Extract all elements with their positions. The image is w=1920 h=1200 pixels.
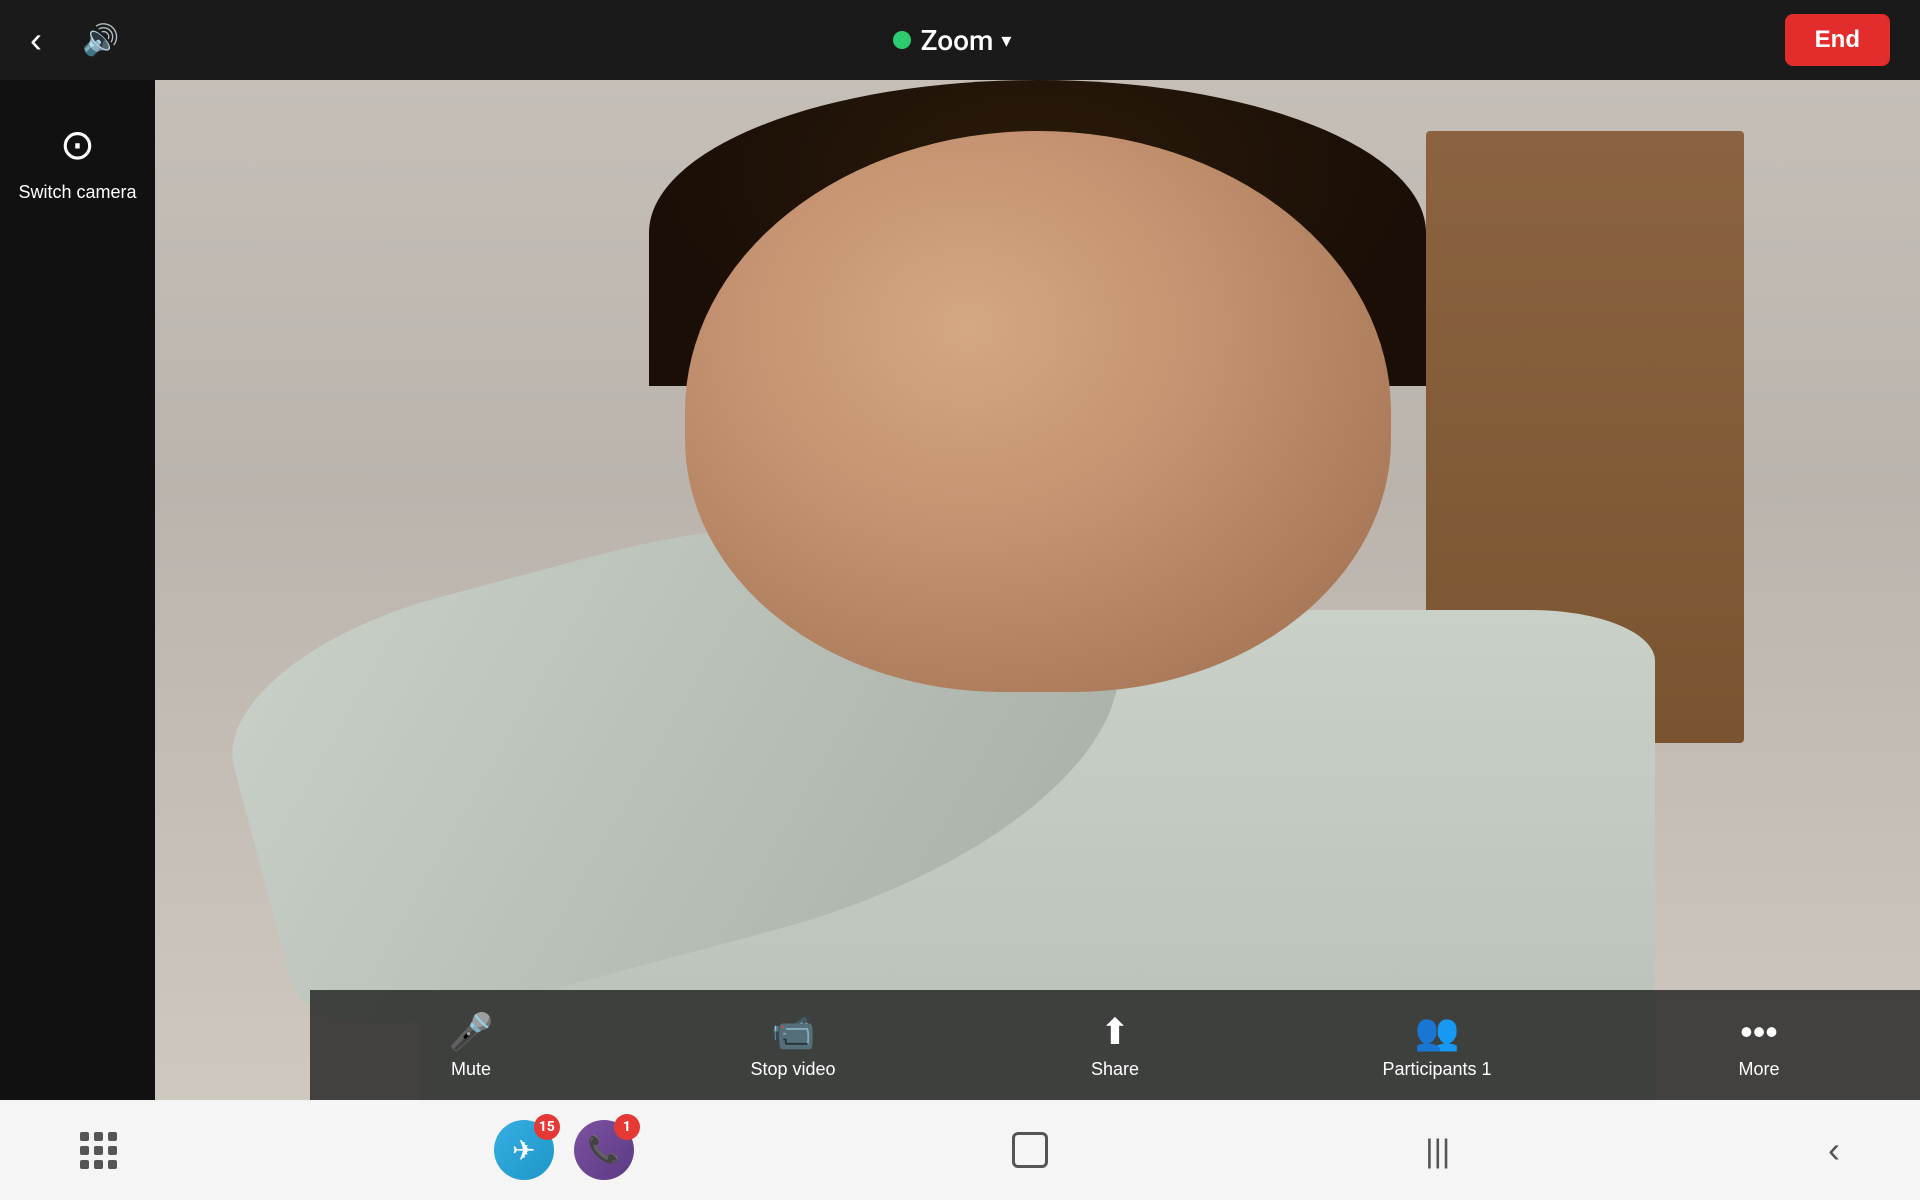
share-icon: ⬆ — [1100, 1011, 1130, 1053]
top-bar-center: Zoom ▾ — [893, 24, 1012, 57]
viber-app[interactable]: 📞 1 — [574, 1120, 634, 1180]
participants-icon: 👥 — [1415, 1011, 1460, 1053]
video-controls-overlay: 🎤 Mute 📹 Stop video ⬆ Share 👥 Participan… — [310, 990, 1920, 1100]
more-label: More — [1738, 1059, 1779, 1080]
mute-icon: 🎤 — [449, 1011, 494, 1053]
person-face — [685, 131, 1391, 692]
stop-video-button[interactable]: 📹 Stop video — [733, 1011, 853, 1080]
participants-label: Participants 1 — [1382, 1059, 1491, 1080]
stop-video-label: Stop video — [750, 1059, 835, 1080]
back-nav-icon: ‹ — [1828, 1129, 1840, 1170]
participants-button[interactable]: 👥 Participants 1 — [1377, 1011, 1497, 1080]
telegram-app[interactable]: ✈ 15 — [494, 1120, 554, 1180]
camera-icon: ⊙ — [60, 120, 95, 169]
stop-video-icon: 📹 — [771, 1011, 816, 1053]
secure-indicator — [893, 31, 911, 49]
share-button[interactable]: ⬆ Share — [1055, 1011, 1175, 1080]
home-square-icon — [1012, 1132, 1048, 1168]
back-button[interactable]: ‹ — [30, 22, 42, 58]
video-canvas — [155, 80, 1920, 1100]
mute-label: Mute — [451, 1059, 491, 1080]
more-button[interactable]: ••• More — [1699, 1011, 1819, 1080]
viber-badge: 1 — [614, 1114, 640, 1140]
video-area: 🎤 Mute 📹 Stop video ⬆ Share 👥 Participan… — [155, 80, 1920, 1100]
speaker-icon: 🔊 — [82, 23, 119, 58]
end-button[interactable]: End — [1785, 14, 1890, 66]
apps-nav-button[interactable] — [80, 1132, 116, 1168]
top-bar: ‹ 🔊 Zoom ▾ End — [0, 0, 1920, 80]
recents-nav-button[interactable]: ||| — [1425, 1129, 1450, 1171]
zoom-text: Zoom — [921, 24, 994, 57]
back-nav-button[interactable]: ‹ — [1828, 1129, 1840, 1171]
apps-grid-icon — [80, 1132, 116, 1168]
notification-apps: ✈ 15 📞 1 — [494, 1120, 634, 1180]
recents-icon: ||| — [1425, 1133, 1450, 1169]
android-nav-bar: ✈ 15 📞 1 ||| ‹ — [0, 1100, 1920, 1200]
telegram-badge: 15 — [534, 1114, 560, 1140]
switch-camera-label: Switch camera — [18, 181, 136, 204]
zoom-label: Zoom ▾ — [921, 24, 1012, 57]
switch-camera-button[interactable]: ⊙ Switch camera — [18, 120, 136, 204]
share-label: Share — [1091, 1059, 1139, 1080]
home-nav-button[interactable] — [1012, 1132, 1048, 1168]
zoom-chevron-icon: ▾ — [1001, 28, 1011, 52]
left-sidebar: ⊙ Switch camera — [0, 80, 155, 1100]
more-icon: ••• — [1740, 1011, 1778, 1053]
top-bar-left: ‹ 🔊 — [30, 22, 119, 58]
mute-button[interactable]: 🎤 Mute — [411, 1011, 531, 1080]
